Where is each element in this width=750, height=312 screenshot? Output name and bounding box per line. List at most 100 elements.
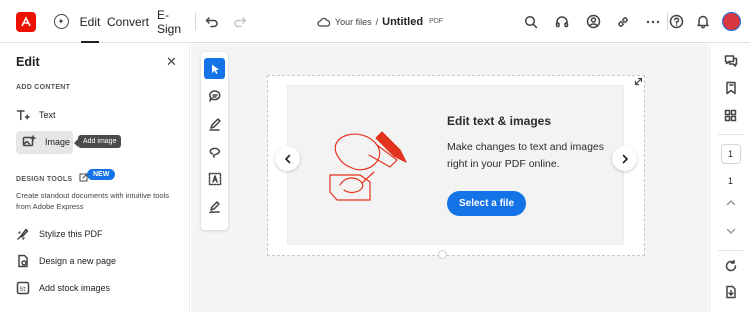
design-tools-description: Create standout documents with intuitive… (16, 191, 169, 211)
ai-assistant-button[interactable]: ✦ (52, 0, 70, 43)
bookmark-icon (725, 81, 736, 95)
add-text-icon (16, 108, 30, 122)
nav-convert[interactable]: Convert (107, 0, 149, 43)
undo-button[interactable] (204, 0, 220, 43)
previous-button[interactable] (275, 146, 300, 171)
draw-tool[interactable] (204, 113, 225, 134)
bookmarks-button[interactable] (710, 80, 750, 96)
pen-icon (208, 117, 221, 131)
design-new-page-button[interactable]: Design a new page (16, 254, 116, 268)
page-number-box[interactable]: 1 (710, 143, 750, 165)
download-button[interactable] (710, 284, 750, 300)
link-button[interactable] (615, 0, 631, 43)
bell-icon (697, 15, 709, 29)
current-page-input[interactable]: 1 (720, 144, 741, 164)
add-content-heading: ADD CONTENT (16, 84, 71, 91)
signature-pen-icon (208, 200, 220, 213)
file-download-icon (725, 285, 736, 299)
breadcrumb-folder[interactable]: Your files (335, 17, 372, 27)
acrobat-logo[interactable] (14, 0, 38, 43)
help-button[interactable] (668, 0, 684, 43)
page-count: 1 (710, 174, 750, 188)
breadcrumb: Your files / Untitled PDF (306, 0, 454, 43)
add-image-tooltip: Add image (73, 135, 122, 148)
thumbnails-button[interactable] (710, 107, 750, 123)
add-image-row[interactable]: Image (22, 135, 70, 149)
page-up-button[interactable] (710, 195, 750, 209)
add-text-label: Text (39, 110, 56, 120)
add-image-label: Image (45, 137, 71, 147)
select-file-button[interactable]: Select a file (447, 191, 526, 216)
nav-edit[interactable]: Edit (80, 0, 100, 43)
stylize-pdf-button[interactable]: Stylize this PDF (16, 227, 103, 241)
share-user-button[interactable] (585, 0, 601, 43)
link-icon (618, 16, 628, 27)
comments-button[interactable] (710, 53, 750, 69)
undo-icon (205, 16, 218, 27)
comment-icon (208, 89, 220, 102)
cursor-icon (211, 64, 219, 74)
headset-icon (555, 15, 569, 27)
redo-icon (234, 16, 247, 27)
expand-icon[interactable] (634, 77, 643, 86)
avatar (721, 12, 741, 31)
add-stock-images-button[interactable]: St Add stock images (16, 281, 110, 295)
design-new-page-label: Design a new page (39, 256, 117, 266)
ai-assistant-icon: ✦ (53, 14, 69, 29)
new-page-icon (16, 254, 30, 268)
nav-esign[interactable]: E-Sign (157, 0, 187, 43)
resize-handle[interactable] (438, 250, 447, 259)
edit-illustration (329, 131, 407, 201)
right-rail: 1 1 (709, 44, 750, 312)
page-down-button[interactable] (710, 224, 750, 238)
acrobat-logo-icon (16, 11, 36, 32)
more-icon (646, 20, 660, 23)
design-tools-heading: DESIGN TOOLS (16, 173, 88, 183)
divider (718, 250, 743, 251)
refresh-icon (725, 259, 736, 272)
svg-text:St: St (19, 286, 26, 293)
cloud-icon (317, 17, 331, 27)
panel-title: Edit (16, 55, 40, 69)
page-count-value: 1 (727, 176, 733, 186)
notifications-button[interactable] (695, 0, 711, 43)
add-text-button[interactable]: Text (16, 108, 56, 122)
chevron-right-icon (622, 154, 628, 163)
search-icon (524, 15, 538, 28)
select-tool[interactable] (204, 58, 225, 79)
divider (195, 13, 196, 30)
divider (718, 134, 743, 135)
refresh-button[interactable] (710, 258, 750, 274)
close-icon[interactable]: ✕ (166, 54, 177, 70)
stock-images-icon: St (16, 281, 30, 295)
redo-button[interactable] (232, 0, 248, 43)
stylize-icon (16, 227, 30, 241)
edit-toolbar (201, 52, 228, 230)
search-button[interactable] (523, 0, 539, 43)
edit-panel: Edit ✕ ADD CONTENT Text Image Add image … (0, 44, 190, 312)
next-button[interactable] (612, 146, 637, 171)
lasso-icon (209, 147, 220, 158)
more-button[interactable] (645, 0, 661, 43)
grid-icon (724, 109, 737, 121)
comment-tool[interactable] (204, 85, 225, 106)
text-box-icon (208, 172, 221, 185)
design-tools-label: DESIGN TOOLS (16, 176, 73, 183)
sign-tool[interactable] (204, 196, 225, 217)
file-name[interactable]: Untitled (382, 16, 423, 28)
support-button[interactable] (554, 0, 570, 43)
add-stock-images-label: Add stock images (39, 283, 111, 293)
top-bar: ✦ Edit Convert E-Sign Your files / Untit… (0, 0, 750, 43)
share-user-icon (586, 14, 600, 29)
card-title: Edit text & images (447, 114, 552, 128)
chevron-left-icon (284, 154, 290, 163)
text-box-tool[interactable] (204, 168, 225, 189)
stylize-pdf-label: Stylize this PDF (39, 229, 103, 239)
avatar-button[interactable] (721, 0, 741, 43)
help-icon (669, 14, 683, 29)
file-type: PDF (429, 18, 444, 25)
freehand-tool[interactable] (204, 140, 225, 161)
chevron-up-icon (726, 199, 735, 205)
add-image-icon (22, 135, 36, 149)
breadcrumb-separator: / (375, 16, 379, 27)
